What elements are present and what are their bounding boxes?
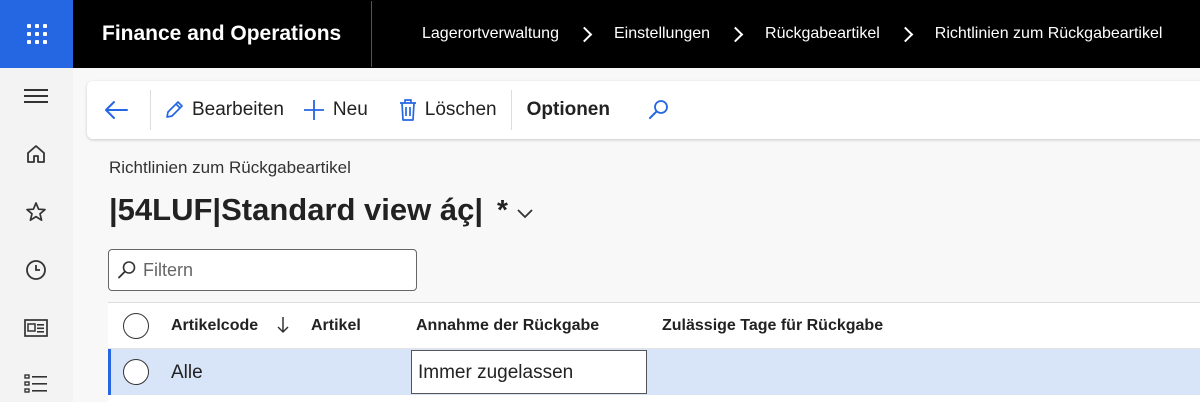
search-icon xyxy=(649,100,668,119)
view-name: |54LUF|Standard view áç| xyxy=(109,192,484,227)
column-header-zulaessige-tage[interactable]: Zulässige Tage für Rückgabe xyxy=(662,317,883,335)
pencil-icon xyxy=(166,101,183,118)
waffle-icon xyxy=(26,24,47,44)
hamburger-menu-icon[interactable] xyxy=(22,82,50,110)
workspaces-icon[interactable] xyxy=(22,314,50,342)
filter-box xyxy=(108,249,417,291)
modules-list-icon[interactable] xyxy=(22,370,50,398)
toolbar-search-button[interactable] xyxy=(648,81,687,139)
cell-annahme-der-rueckgabe-input[interactable]: Immer zugelassen xyxy=(411,350,647,394)
edit-button-label: Bearbeiten xyxy=(192,99,284,120)
favorites-star-icon[interactable] xyxy=(22,198,50,226)
cell-artikelcode[interactable]: Alle xyxy=(171,362,203,384)
left-navigation xyxy=(0,68,73,402)
search-icon xyxy=(118,261,136,279)
grid-header: Artikelcode Artikel Annahme der Rückgabe… xyxy=(108,303,1200,349)
options-button-label: Optionen xyxy=(526,99,610,120)
breadcrumb-item-richtlinien[interactable]: Richtlinien zum Rückgabeartikel xyxy=(935,25,1163,43)
edit-button[interactable]: Bearbeiten xyxy=(151,81,302,139)
plus-icon xyxy=(303,100,324,120)
column-header-artikel[interactable]: Artikel xyxy=(311,317,361,335)
app-launcher-button[interactable] xyxy=(0,0,73,68)
select-all-checkbox[interactable] xyxy=(123,313,149,339)
filter-input[interactable] xyxy=(143,259,403,281)
recent-clock-icon[interactable] xyxy=(22,256,50,284)
back-button[interactable] xyxy=(87,81,150,139)
column-header-annahme-der-rueckgabe[interactable]: Annahme der Rückgabe xyxy=(416,317,599,335)
chevron-down-icon xyxy=(517,209,533,219)
selected-row-indicator xyxy=(108,349,111,395)
breadcrumb-item-rueckgabeartikel[interactable]: Rückgabeartikel xyxy=(765,25,880,43)
chevron-right-icon xyxy=(897,26,914,42)
trash-icon xyxy=(399,99,416,121)
home-icon[interactable] xyxy=(22,140,50,168)
view-selector[interactable]: |54LUF|Standard view áç| * xyxy=(109,192,534,228)
breadcrumb-item-lagerortverwaltung[interactable]: Lagerortverwaltung xyxy=(422,25,559,43)
breadcrumb-item-einstellungen[interactable]: Einstellungen xyxy=(614,25,710,43)
table-row[interactable]: Alle Immer zugelassen xyxy=(108,349,1200,395)
options-button[interactable]: Optionen xyxy=(512,81,648,139)
action-pane: Bearbeiten Neu Löschen Optionen xyxy=(87,81,1200,139)
sort-arrow-down-icon xyxy=(277,317,289,334)
row-select-checkbox[interactable] xyxy=(123,359,149,385)
column-header-artikelcode[interactable]: Artikelcode xyxy=(171,317,258,335)
data-grid: Artikelcode Artikel Annahme der Rückgabe… xyxy=(108,302,1200,402)
arrow-left-icon xyxy=(105,101,128,119)
page-caption: Richtlinien zum Rückgabeartikel xyxy=(109,158,351,177)
delete-button-label: Löschen xyxy=(424,99,497,120)
top-bar: Finance and Operations Lagerortverwaltun… xyxy=(0,0,1200,68)
delete-button[interactable]: Löschen xyxy=(398,81,511,139)
new-button[interactable]: Neu xyxy=(302,81,398,139)
breadcrumb: Lagerortverwaltung Einstellungen Rückgab… xyxy=(372,25,1162,43)
chevron-right-icon xyxy=(727,26,744,42)
app-title[interactable]: Finance and Operations xyxy=(73,22,371,46)
new-button-label: Neu xyxy=(332,99,368,120)
view-modified-marker: * xyxy=(497,194,508,225)
chevron-right-icon xyxy=(576,26,593,42)
